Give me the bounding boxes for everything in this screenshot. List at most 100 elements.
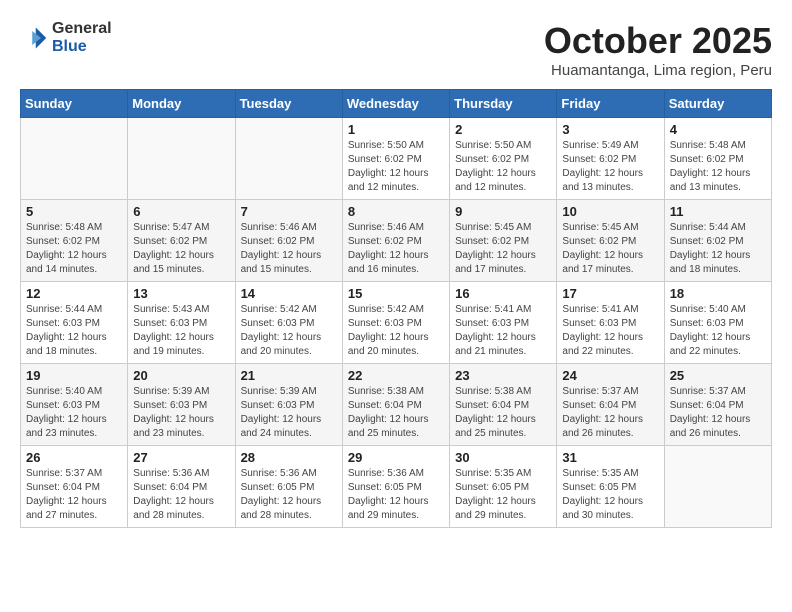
day-number: 18 [670,286,766,301]
calendar-cell: 7 Sunrise: 5:46 AM Sunset: 6:02 PM Daylig… [235,200,342,282]
calendar-cell: 28Sunrise: 5:36 AM Sunset: 6:05 PM Dayli… [235,446,342,528]
day-number: 2 [455,122,551,137]
day-info: Sunrise: 5:39 AM Sunset: 6:03 PM Dayligh… [133,385,229,441]
calendar-subtitle: Huamantanga, Lima region, Peru [544,62,772,79]
day-info: Sunrise: 5:50 AM Sunset: 6:02 PM Dayligh… [348,139,444,195]
calendar-cell: 8 Sunrise: 5:46 AM Sunset: 6:02 PM Daylig… [342,200,449,282]
logo-blue: Blue [52,38,112,56]
calendar-header-row: SundayMondayTuesdayWednesdayThursdayFrid… [21,90,772,118]
day-number: 7 [241,204,337,219]
calendar-week-row: 1Sunrise: 5:50 AM Sunset: 6:02 PM Daylig… [21,118,772,200]
calendar-cell: 18 Sunrise: 5:40 AM Sunset: 6:03 PM Dayli… [664,282,771,364]
day-info: Sunrise: 5:35 AM Sunset: 6:05 PM Dayligh… [562,467,658,523]
calendar-cell: 25 Sunrise: 5:37 AM Sunset: 6:04 PM Dayli… [664,364,771,446]
day-number: 22 [348,368,444,383]
calendar-cell [21,118,128,200]
day-info: Sunrise: 5:37 AM Sunset: 6:04 PM Dayligh… [670,385,766,441]
day-info: Sunrise: 5:42 AM Sunset: 6:03 PM Dayligh… [241,303,337,359]
day-info: Sunrise: 5:46 AM Sunset: 6:02 PM Dayligh… [348,221,444,277]
day-number: 16 [455,286,551,301]
day-info: Sunrise: 5:49 AM Sunset: 6:02 PM Dayligh… [562,139,658,195]
calendar-cell: 15Sunrise: 5:42 AM Sunset: 6:03 PM Dayli… [342,282,449,364]
day-info: Sunrise: 5:48 AM Sunset: 6:02 PM Dayligh… [26,221,122,277]
day-info: Sunrise: 5:38 AM Sunset: 6:04 PM Dayligh… [455,385,551,441]
logo-text: General Blue [52,20,112,55]
day-number: 21 [241,368,337,383]
logo-icon [20,24,48,52]
day-info: Sunrise: 5:40 AM Sunset: 6:03 PM Dayligh… [670,303,766,359]
weekday-header: Monday [128,90,235,118]
calendar-cell: 10 Sunrise: 5:45 AM Sunset: 6:02 PM Dayli… [557,200,664,282]
day-number: 31 [562,450,658,465]
calendar-cell: 29Sunrise: 5:36 AM Sunset: 6:05 PM Dayli… [342,446,449,528]
logo-general: General [52,20,112,38]
calendar-cell: 11 Sunrise: 5:44 AM Sunset: 6:02 PM Dayli… [664,200,771,282]
day-number: 19 [26,368,122,383]
day-info: Sunrise: 5:42 AM Sunset: 6:03 PM Dayligh… [348,303,444,359]
day-info: Sunrise: 5:35 AM Sunset: 6:05 PM Dayligh… [455,467,551,523]
weekday-header: Tuesday [235,90,342,118]
calendar-cell: 1Sunrise: 5:50 AM Sunset: 6:02 PM Daylig… [342,118,449,200]
day-number: 20 [133,368,229,383]
day-number: 8 [348,204,444,219]
weekday-header: Friday [557,90,664,118]
day-number: 10 [562,204,658,219]
calendar-cell: 17 Sunrise: 5:41 AM Sunset: 6:03 PM Dayli… [557,282,664,364]
calendar-cell: 13Sunrise: 5:43 AM Sunset: 6:03 PM Dayli… [128,282,235,364]
day-info: Sunrise: 5:45 AM Sunset: 6:02 PM Dayligh… [455,221,551,277]
day-info: Sunrise: 5:46 AM Sunset: 6:02 PM Dayligh… [241,221,337,277]
day-info: Sunrise: 5:37 AM Sunset: 6:04 PM Dayligh… [562,385,658,441]
header: General Blue October 2025 Huamantanga, L… [20,20,772,79]
calendar-cell: 4Sunrise: 5:48 AM Sunset: 6:02 PM Daylig… [664,118,771,200]
calendar-cell: 19 Sunrise: 5:40 AM Sunset: 6:03 PM Dayli… [21,364,128,446]
day-number: 13 [133,286,229,301]
calendar-cell: 23Sunrise: 5:38 AM Sunset: 6:04 PM Dayli… [450,364,557,446]
calendar-cell: 27Sunrise: 5:36 AM Sunset: 6:04 PM Dayli… [128,446,235,528]
day-number: 3 [562,122,658,137]
calendar-cell: 3 Sunrise: 5:49 AM Sunset: 6:02 PM Daylig… [557,118,664,200]
calendar-cell: 20 Sunrise: 5:39 AM Sunset: 6:03 PM Dayli… [128,364,235,446]
weekday-header: Wednesday [342,90,449,118]
day-number: 12 [26,286,122,301]
day-info: Sunrise: 5:36 AM Sunset: 6:05 PM Dayligh… [241,467,337,523]
calendar-cell [235,118,342,200]
day-info: Sunrise: 5:44 AM Sunset: 6:03 PM Dayligh… [26,303,122,359]
calendar-cell: 21 Sunrise: 5:39 AM Sunset: 6:03 PM Dayli… [235,364,342,446]
calendar-week-row: 5 Sunrise: 5:48 AM Sunset: 6:02 PM Daylig… [21,200,772,282]
day-info: Sunrise: 5:36 AM Sunset: 6:04 PM Dayligh… [133,467,229,523]
weekday-header: Thursday [450,90,557,118]
day-number: 17 [562,286,658,301]
day-number: 26 [26,450,122,465]
logo: General Blue [20,20,112,55]
calendar-cell [664,446,771,528]
day-number: 6 [133,204,229,219]
calendar-cell: 2 Sunrise: 5:50 AM Sunset: 6:02 PM Daylig… [450,118,557,200]
day-info: Sunrise: 5:48 AM Sunset: 6:02 PM Dayligh… [670,139,766,195]
calendar-week-row: 12 Sunrise: 5:44 AM Sunset: 6:03 PM Dayli… [21,282,772,364]
day-info: Sunrise: 5:36 AM Sunset: 6:05 PM Dayligh… [348,467,444,523]
day-info: Sunrise: 5:45 AM Sunset: 6:02 PM Dayligh… [562,221,658,277]
calendar-cell: 14Sunrise: 5:42 AM Sunset: 6:03 PM Dayli… [235,282,342,364]
calendar-cell: 6 Sunrise: 5:47 AM Sunset: 6:02 PM Daylig… [128,200,235,282]
day-info: Sunrise: 5:39 AM Sunset: 6:03 PM Dayligh… [241,385,337,441]
day-number: 5 [26,204,122,219]
day-info: Sunrise: 5:40 AM Sunset: 6:03 PM Dayligh… [26,385,122,441]
calendar-cell: 5 Sunrise: 5:48 AM Sunset: 6:02 PM Daylig… [21,200,128,282]
calendar-cell [128,118,235,200]
day-number: 25 [670,368,766,383]
calendar-cell: 24Sunrise: 5:37 AM Sunset: 6:04 PM Dayli… [557,364,664,446]
weekday-header: Saturday [664,90,771,118]
calendar-cell: 31 Sunrise: 5:35 AM Sunset: 6:05 PM Dayli… [557,446,664,528]
day-info: Sunrise: 5:47 AM Sunset: 6:02 PM Dayligh… [133,221,229,277]
calendar-week-row: 26Sunrise: 5:37 AM Sunset: 6:04 PM Dayli… [21,446,772,528]
day-info: Sunrise: 5:50 AM Sunset: 6:02 PM Dayligh… [455,139,551,195]
day-info: Sunrise: 5:44 AM Sunset: 6:02 PM Dayligh… [670,221,766,277]
calendar-cell: 22Sunrise: 5:38 AM Sunset: 6:04 PM Dayli… [342,364,449,446]
calendar-cell: 9Sunrise: 5:45 AM Sunset: 6:02 PM Daylig… [450,200,557,282]
calendar-cell: 16Sunrise: 5:41 AM Sunset: 6:03 PM Dayli… [450,282,557,364]
day-info: Sunrise: 5:41 AM Sunset: 6:03 PM Dayligh… [562,303,658,359]
calendar-title: October 2025 [544,20,772,62]
day-number: 11 [670,204,766,219]
calendar-week-row: 19 Sunrise: 5:40 AM Sunset: 6:03 PM Dayli… [21,364,772,446]
day-number: 30 [455,450,551,465]
